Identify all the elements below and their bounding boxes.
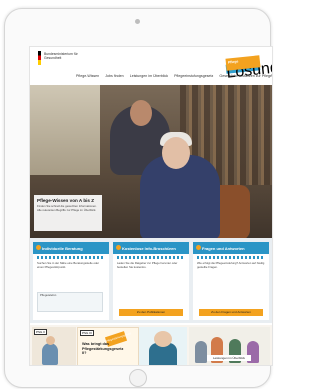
- website-screen: Bundesministerium für Gesundheit Lösunge…: [29, 46, 273, 366]
- card-text: Suchen Sie in der Nähe eine Beratungsste…: [37, 261, 100, 269]
- comic-tag: PSG II: [34, 329, 47, 335]
- card-header[interactable]: Kostenlose Info-Broschüren: [113, 242, 189, 254]
- nav-item-instanzen[interactable]: Gesetzliche Instanzen zur Pflege: [219, 74, 272, 78]
- card-beratung: Individuelle Beratung Suchen Sie in der …: [33, 242, 109, 320]
- window-background: [30, 85, 100, 175]
- hero-image: Pflege-Wissen von A bis Z Finden Sie sch…: [30, 85, 272, 238]
- card-fragen: Fragen und Antworten Wie erfolgt die Pfl…: [193, 242, 269, 320]
- nav-item-jobs[interactable]: Jobs finden: [105, 74, 123, 78]
- nav-item-pflege-wissen[interactable]: Pflege-Wissen: [76, 74, 99, 78]
- comic-face: [154, 331, 172, 347]
- tablet-frame: Bundesministerium für Gesundheit Lösunge…: [4, 8, 273, 388]
- comic-tag: PSG III: [80, 330, 94, 336]
- hero-text: Finden Sie schnell die gesuchten Informa…: [37, 204, 97, 212]
- comic-psg3[interactable]: PSG III Pflegestärkungsgesetz Was bringt…: [77, 327, 139, 365]
- comic-face: [46, 336, 55, 345]
- dotted-divider: [197, 256, 265, 259]
- publications-button[interactable]: Zu den Publikationen: [119, 309, 183, 316]
- chat-icon: [36, 245, 41, 250]
- card-title: Kostenlose Info-Broschüren: [122, 245, 176, 251]
- faq-button[interactable]: Zu den Fragen und Antworten: [199, 309, 263, 316]
- dotted-divider: [37, 256, 105, 259]
- main-navigation: Pflege-Wissen Jobs finden Leistungen im …: [76, 74, 272, 78]
- card-broschueren: Kostenlose Info-Broschüren Laden Sie die…: [113, 242, 189, 320]
- caregiver-face: [130, 100, 152, 126]
- card-header[interactable]: Fragen und Antworten: [193, 242, 269, 254]
- hero-title: Pflege-Wissen von A bis Z: [37, 198, 95, 203]
- comic-portrait[interactable]: [139, 327, 187, 365]
- card-header[interactable]: Individuelle Beratung: [33, 242, 109, 254]
- elderly-woman-face: [162, 137, 190, 169]
- comic-figure: [42, 343, 58, 365]
- card-text: Laden Sie die Ratgeber zur Pflege herunt…: [117, 261, 178, 269]
- card-text: Wie erfolgt die Pflegeeinstufung? Antwor…: [197, 261, 265, 269]
- card-title: Individuelle Beratung: [42, 245, 83, 251]
- info-cards-row: Individuelle Beratung Suchen Sie in der …: [30, 238, 272, 323]
- question-icon: [196, 245, 201, 250]
- ministry-logo[interactable]: Bundesministerium für Gesundheit: [38, 51, 84, 67]
- badge-top-text: Pflege: [227, 59, 239, 65]
- dotted-divider: [117, 256, 185, 259]
- logo-text: Bundesministerium für Gesundheit: [44, 52, 78, 60]
- card-subbox[interactable]: Pflegetelefon: [37, 292, 103, 312]
- comic-group[interactable]: Leistungen im Überblick: [189, 327, 270, 365]
- comic-figure: [195, 341, 207, 363]
- comic-title: Was bringt das Pflegestärkungsgesetz II?: [82, 342, 124, 355]
- site-header: Bundesministerium für Gesundheit Lösunge…: [30, 47, 272, 83]
- flag-icon: [38, 51, 41, 65]
- comic-teasers: PSG II PSG III Pflegestärkungsgesetz Was…: [30, 325, 272, 365]
- book-icon: [116, 245, 121, 250]
- home-button[interactable]: [129, 369, 147, 387]
- hero-teaser[interactable]: Pflege-Wissen von A bis Z Finden Sie sch…: [34, 195, 102, 231]
- comic-psg2[interactable]: PSG II: [32, 327, 76, 365]
- nav-item-leistungen[interactable]: Leistungen im Überblick: [130, 74, 168, 78]
- card-title: Fragen und Antworten: [202, 245, 245, 251]
- comic-caption: Leistungen im Überblick: [207, 355, 251, 361]
- nav-item-gesetz[interactable]: Pflegeeinstufungsgesetz: [174, 74, 213, 78]
- camera-dot: [135, 19, 140, 24]
